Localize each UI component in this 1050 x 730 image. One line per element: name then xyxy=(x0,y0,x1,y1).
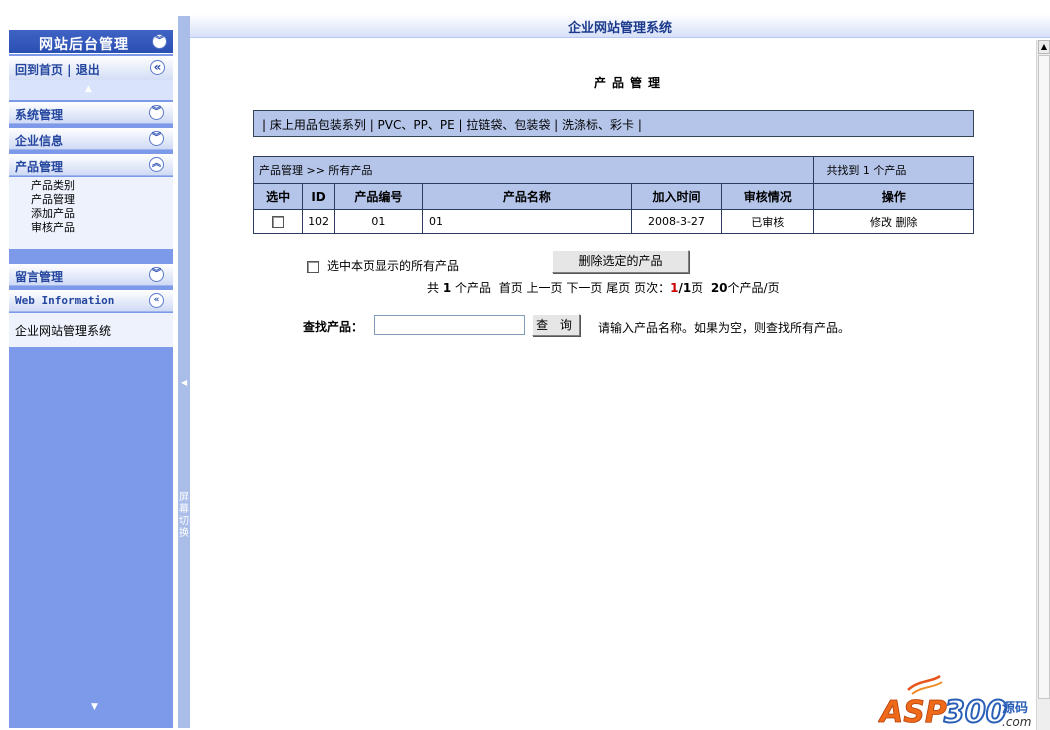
collapse-all-icon[interactable]: ︾ xyxy=(152,34,167,49)
expand-icon[interactable]: ︾ xyxy=(149,267,164,282)
pager-next[interactable]: 下一页 xyxy=(566,281,602,295)
scroll-thumb[interactable] xyxy=(1038,55,1050,699)
search-label: 查找产品： xyxy=(303,320,364,334)
row-code: 01 xyxy=(333,209,423,234)
sidebar-section-system[interactable]: 系统管理 ︾ xyxy=(9,102,173,124)
screen-splitter[interactable]: ◀ 屏幕切换 xyxy=(178,16,190,728)
row-checkbox[interactable] xyxy=(272,216,285,228)
sidebar-item-review-product[interactable]: 审核产品 xyxy=(9,221,173,235)
col-header-name: 产品名称 xyxy=(421,183,632,210)
select-all-row: 选中本页显示的所有产品 xyxy=(307,257,459,274)
col-header-date: 加入时间 xyxy=(630,183,723,210)
result-count: 共找到 1 个产品 xyxy=(813,156,974,184)
select-all-label[interactable]: 选中本页显示的所有产品 xyxy=(327,259,459,273)
table-row: 102 01 01 2008-3-27 已审核 修改 删除 xyxy=(252,209,974,234)
select-all-checkbox[interactable] xyxy=(307,260,319,273)
product-table: 产品管理 >> 所有产品 共找到 1 个产品 选中 ID 产品编号 产品名称 加… xyxy=(252,156,974,234)
edit-link[interactable]: 修改 xyxy=(870,216,892,229)
product-submenu: 产品类别 产品管理 添加产品 审核产品 xyxy=(9,177,173,249)
sidebar: 网站后台管理 ︾ 回到首页 | 退出 « ▲ 系统管理 ︾ 企业信息 ︾ 产品管… xyxy=(9,16,173,728)
scroll-up-icon[interactable]: ▲ xyxy=(1038,40,1050,54)
pager: 共 1 个产品 首页 上一页 下一页 尾页 页次：1/1页 20个产品/页 xyxy=(427,279,780,296)
web-info-text: 企业网站管理系统 xyxy=(15,324,112,338)
row-date: 2008-3-27 xyxy=(630,209,723,234)
collapse-icon[interactable]: ︽ xyxy=(149,157,164,172)
table-header-row: 选中 ID 产品编号 产品名称 加入时间 审核情况 操作 xyxy=(252,183,974,210)
sidebar-top-cap xyxy=(9,16,173,30)
svg-text:300: 300 xyxy=(944,695,1007,728)
sidebar-title: 网站后台管理 xyxy=(39,37,129,53)
search-button[interactable]: 查 询 xyxy=(532,314,580,336)
category-link[interactable]: 拉链袋、包装袋 xyxy=(466,118,550,132)
pager-last[interactable]: 尾页 xyxy=(606,281,630,295)
pager-total-prefix: 共 xyxy=(427,281,440,295)
pager-total-pages: /1 xyxy=(678,281,692,295)
sidebar-section-label: Web Information xyxy=(15,294,115,307)
pager-total-suffix: 个产品 xyxy=(455,281,492,295)
search-input[interactable] xyxy=(374,315,525,335)
col-header-status: 审核情况 xyxy=(721,183,815,210)
sidebar-links-bar: 回到首页 | 退出 « xyxy=(9,56,173,80)
breadcrumb: 产品管理 >> 所有产品 xyxy=(252,156,815,184)
page-title: 产品管理 xyxy=(593,76,666,90)
sidebar-item-product-manage[interactable]: 产品管理 xyxy=(9,193,173,207)
category-link[interactable]: 床上用品包装系列 xyxy=(270,118,366,132)
category-links: | 床上用品包装系列 | PVC、PP、PE | 拉链袋、包装袋 | 洗涤标、彩… xyxy=(262,118,642,132)
sidebar-section-messages[interactable]: 留言管理 ︾ xyxy=(9,264,173,286)
pager-total: 1 xyxy=(442,281,452,295)
pager-pages-label: 页次： xyxy=(634,281,671,295)
row-select-cell xyxy=(252,209,304,234)
arrow-up-icon[interactable]: ▲ xyxy=(85,84,92,94)
sidebar-section-label: 留言管理 xyxy=(15,270,64,284)
search-hint: 请输入产品名称。如果为空，则查找所有产品。 xyxy=(598,321,851,335)
svg-text:.com: .com xyxy=(1002,715,1031,728)
col-header-actions: 操作 xyxy=(813,183,974,210)
screen-toggle-label[interactable]: 屏幕切换 xyxy=(179,492,189,540)
svg-text:ASP: ASP xyxy=(878,695,947,728)
vertical-scrollbar[interactable]: ▲ xyxy=(1036,40,1050,730)
row-status: 已审核 xyxy=(721,209,815,234)
sidebar-links-panel: 回到首页 | 退出 « ▲ xyxy=(9,56,173,100)
svg-text:源码: 源码 xyxy=(1002,700,1028,716)
pager-prev[interactable]: 上一页 xyxy=(527,281,563,295)
category-bar: | 床上用品包装系列 | PVC、PP、PE | 拉链袋、包装袋 | 洗涤标、彩… xyxy=(253,110,974,137)
col-header-select: 选中 xyxy=(252,183,304,210)
sidebar-section-label: 产品管理 xyxy=(15,160,64,174)
delete-selected-button[interactable]: 删除选定的产品 xyxy=(552,250,689,273)
table-caption-row: 产品管理 >> 所有产品 共找到 1 个产品 xyxy=(252,156,974,184)
category-link[interactable]: PVC、PP、PE xyxy=(378,118,455,132)
sidebar-section-label: 企业信息 xyxy=(15,134,64,148)
home-logout-links[interactable]: 回到首页 | 退出 xyxy=(15,61,100,78)
chevron-left-icon[interactable]: « xyxy=(149,293,164,308)
app-title: 企业网站管理系统 xyxy=(567,21,672,36)
expand-icon[interactable]: ︾ xyxy=(149,105,164,120)
row-name: 01 xyxy=(421,209,632,234)
col-header-code: 产品编号 xyxy=(333,183,423,210)
arrow-down-icon[interactable]: ▼ xyxy=(91,702,98,712)
sidebar-item-product-category[interactable]: 产品类别 xyxy=(9,179,173,193)
sidebar-header: 网站后台管理 ︾ xyxy=(9,30,173,54)
row-actions: 修改 删除 xyxy=(813,209,974,234)
triangle-left-icon[interactable]: ◀ xyxy=(181,378,187,387)
pager-pages-suffix: 页 xyxy=(691,281,704,295)
chevron-left-icon[interactable]: « xyxy=(150,60,165,75)
sidebar-section-label: 系统管理 xyxy=(15,108,64,122)
category-link[interactable]: 洗涤标、彩卡 xyxy=(562,118,634,132)
web-info-panel: 企业网站管理系统 xyxy=(9,313,173,347)
pager-per-page-suffix: 个产品/页 xyxy=(727,281,780,295)
sidebar-item-add-product[interactable]: 添加产品 xyxy=(9,207,173,221)
pager-first[interactable]: 首页 xyxy=(499,281,523,295)
sidebar-section-products[interactable]: 产品管理 ︽ xyxy=(9,154,173,176)
asp300-logo: ASP 300 源码 .com xyxy=(878,674,1031,728)
col-header-id: ID xyxy=(302,183,335,210)
row-id: 102 xyxy=(302,209,335,234)
pager-per-page: 20 xyxy=(710,281,728,295)
sidebar-section-company[interactable]: 企业信息 ︾ xyxy=(9,128,173,150)
sidebar-section-web-info[interactable]: Web Information « xyxy=(9,290,173,312)
app-header: 企业网站管理系统 xyxy=(190,14,1050,38)
delete-link[interactable]: 删除 xyxy=(895,216,917,229)
expand-icon[interactable]: ︾ xyxy=(149,131,164,146)
